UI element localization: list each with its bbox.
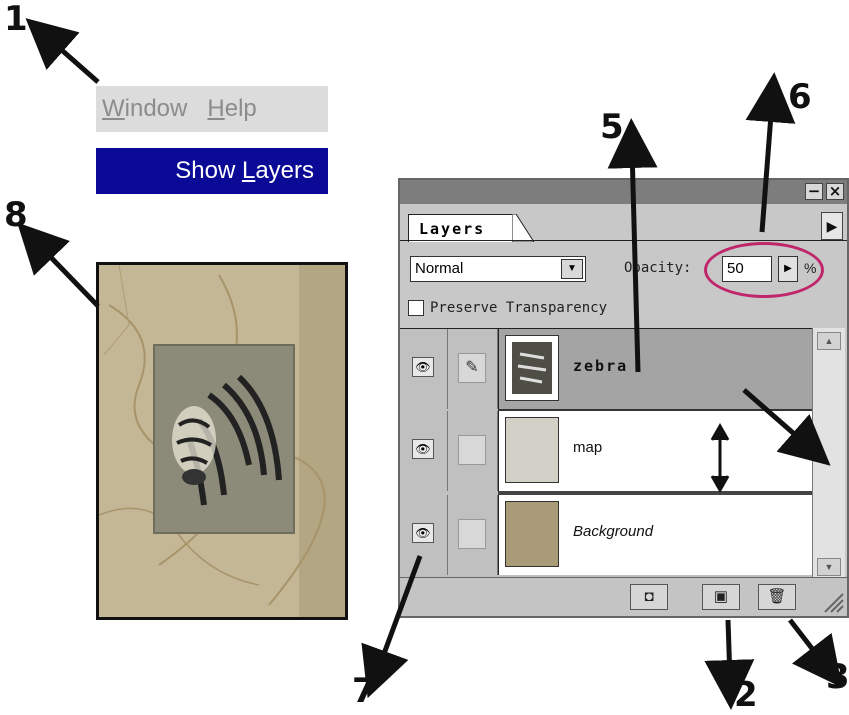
arrow-3 <box>788 618 843 688</box>
layer-name: map <box>573 439 603 456</box>
preserve-transparency[interactable]: Preserve Transparency <box>408 300 607 316</box>
mask-icon: ◘ <box>644 588 654 605</box>
menu-item-show-layers[interactable]: Show Layers <box>96 148 328 194</box>
callout-7: 7 <box>352 671 376 711</box>
layer-body[interactable]: zebra <box>498 329 812 409</box>
layer-name: zebra <box>573 357 629 375</box>
blend-mode-select[interactable]: Normal ▼ <box>410 256 586 282</box>
new-layer-icon: ▣ <box>713 588 729 605</box>
delete-layer-button[interactable]: 🗑 <box>758 584 796 610</box>
layer-thumbnail <box>505 335 559 401</box>
arrow-2 <box>704 619 755 710</box>
scroll-up-icon[interactable]: ▲ <box>817 332 841 350</box>
trash-icon: 🗑 <box>767 588 787 605</box>
layers-palette: − × Layers ▶ Normal ▼ Opacity: 50 ▶ % Pr… <box>398 178 849 618</box>
callout-8: 8 <box>4 195 28 235</box>
scroll-down-icon[interactable]: ▼ <box>817 558 841 576</box>
callout-3: 3 <box>826 657 849 697</box>
layer-body[interactable]: map <box>498 411 812 491</box>
minimize-button[interactable]: − <box>805 183 823 200</box>
resize-grip-icon[interactable] <box>819 588 845 614</box>
callout-1: 1 <box>4 0 28 39</box>
preserve-transparency-label: Preserve Transparency <box>430 300 608 316</box>
layer-row-map[interactable]: 👁 map <box>400 411 812 491</box>
eye-icon[interactable]: 👁 <box>412 523 434 543</box>
arrow-8 <box>17 222 100 308</box>
empty-link-icon <box>458 435 486 465</box>
paintbrush-icon: ✎ <box>458 353 486 383</box>
visibility-cell[interactable]: 👁 <box>400 329 448 409</box>
palette-titlebar[interactable]: − × <box>400 180 847 204</box>
layers-list: 👁 ✎ zebra 👁 map 👁 Background <box>400 328 812 581</box>
link-cell[interactable] <box>448 411 498 491</box>
arrow-1 <box>25 18 100 84</box>
new-layer-button[interactable]: ▣ <box>702 584 740 610</box>
callout-5: 5 <box>600 107 624 147</box>
preserve-transparency-checkbox[interactable] <box>408 300 424 316</box>
tab-divider <box>400 240 847 241</box>
layer-thumbnail <box>505 501 559 567</box>
layers-scrollbar[interactable]: ▲ ▼ <box>812 328 845 580</box>
opacity-highlight-circle <box>704 242 824 298</box>
link-cell[interactable] <box>448 495 498 575</box>
tab-layers[interactable]: Layers <box>408 214 516 242</box>
menu-help[interactable]: Help <box>201 95 270 123</box>
layer-row-zebra[interactable]: 👁 ✎ zebra <box>400 329 812 409</box>
eye-icon[interactable]: 👁 <box>412 439 434 459</box>
layer-mask-button[interactable]: ◘ <box>630 584 668 610</box>
callout-2: 2 <box>734 675 758 715</box>
tab-slant <box>512 214 534 242</box>
layer-body[interactable]: Background <box>498 495 812 575</box>
palette-bottom-bar: ◘ ▣ 🗑 <box>400 577 847 616</box>
callout-6: 6 <box>788 77 812 117</box>
opacity-label: Opacity: <box>624 260 692 276</box>
palette-tab-row: Layers ▶ <box>400 204 847 242</box>
composite-image-preview <box>96 262 348 620</box>
close-button[interactable]: × <box>826 183 844 200</box>
layer-row-background[interactable]: 👁 Background <box>400 495 812 575</box>
visibility-cell[interactable]: 👁 <box>400 411 448 491</box>
menu-window[interactable]: Window <box>96 95 201 123</box>
link-cell[interactable]: ✎ <box>448 329 498 409</box>
dropdown-arrow-icon[interactable]: ▼ <box>561 259 583 279</box>
eye-icon[interactable]: 👁 <box>412 357 434 377</box>
empty-link-icon <box>458 519 486 549</box>
palette-menu-arrow-icon[interactable]: ▶ <box>821 212 843 240</box>
layer-thumbnail <box>505 417 559 483</box>
menu-bar: Window Help <box>96 86 328 132</box>
visibility-cell[interactable]: 👁 <box>400 495 448 575</box>
layer-name: Background <box>573 523 654 540</box>
